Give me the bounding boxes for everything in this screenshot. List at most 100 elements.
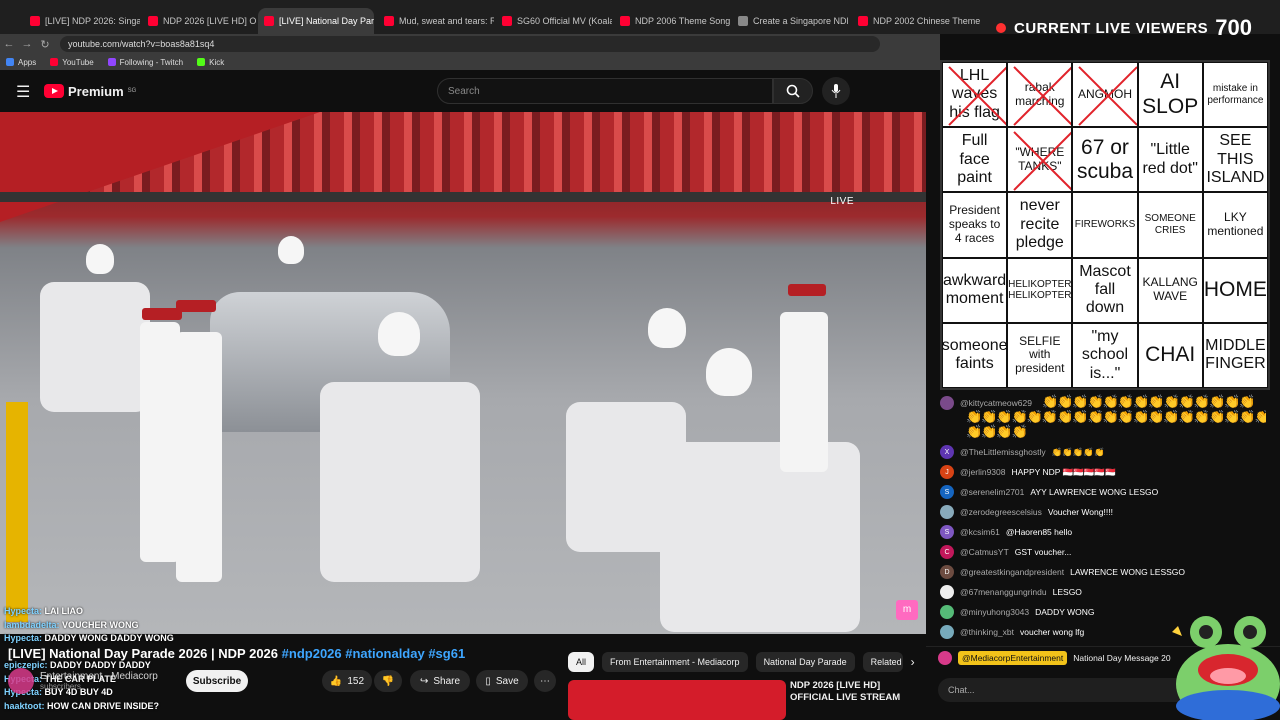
microphone-icon (831, 84, 841, 98)
chat-username[interactable]: @thinking_xbt (960, 627, 1014, 637)
like-button[interactable]: 👍 152 (322, 670, 372, 692)
search-button[interactable] (773, 78, 813, 104)
share-button[interactable]: ↪ Share (410, 670, 470, 692)
menu-icon[interactable]: ☰ (16, 82, 30, 102)
chat-username[interactable]: @serenelim2701 (960, 487, 1024, 497)
chip-all[interactable]: All (568, 652, 595, 672)
bookmark-youtube[interactable]: YouTube (50, 58, 94, 67)
chat-text: voucher wong lfg (1020, 627, 1085, 637)
user-avatar: C (940, 545, 954, 559)
bookmark-apps[interactable]: Apps (6, 58, 36, 67)
bingo-cell: CHAI (1137, 322, 1203, 388)
chat-username[interactable]: @greatestkingandpresident (960, 567, 1064, 577)
chat-text: @Haoren85 hello (1005, 527, 1073, 537)
chat-input[interactable]: Chat... (938, 678, 1188, 702)
bingo-cell: ANGMOH (1072, 62, 1138, 128)
save-button[interactable]: ▯ Save (476, 670, 528, 692)
bingo-cell: HELIKOPTER HELIKOPTER (1007, 257, 1073, 323)
reload-icon[interactable]: ↻ (36, 38, 54, 51)
chevron-right-icon[interactable]: › (911, 655, 915, 669)
browser-tab[interactable]: NDP 2026 [LIVE HD] OFFICIAL✕ (142, 8, 256, 34)
chat-username[interactable]: @CatmusYT (960, 547, 1009, 557)
bingo-cell: LKY mentioned (1202, 192, 1268, 258)
voice-search-button[interactable] (822, 77, 850, 105)
channel-name[interactable]: Entertainment - Mediacorp (40, 671, 158, 682)
video-player[interactable]: LIVE m (0, 112, 926, 634)
youtube-favicon-icon (264, 16, 274, 26)
subscribe-button[interactable]: Subscribe (186, 670, 248, 692)
channel-avatar[interactable] (8, 668, 34, 694)
more-icon: ⋯ (540, 675, 550, 687)
recommended-thumbnail[interactable] (568, 680, 786, 720)
browser-tab[interactable]: NDP 2002 Chinese Theme Son✕ (852, 8, 982, 34)
bingo-cell: someone faints (942, 322, 1008, 388)
channel-subscribers: subscribers (40, 682, 81, 691)
chat-username[interactable]: @TheLittlemissghostly (960, 447, 1046, 457)
browser-tab[interactable]: Mud, sweat and tears: Reality o✕ (378, 8, 494, 34)
chat-username[interactable]: @minyuhong3043 (960, 607, 1029, 617)
chat-text: 👏👏👏👏👏 (1051, 446, 1105, 457)
thumbs-up-icon: 👍 (329, 675, 343, 687)
chat-username[interactable]: @zerodegreescelsius (960, 507, 1042, 517)
youtube-premium-logo[interactable]: Premium SG (44, 84, 136, 99)
police-motorcycle (320, 382, 480, 582)
chat-username[interactable]: @kcsim61 (960, 527, 1000, 537)
red-stage-panel (0, 112, 320, 222)
chip-related[interactable]: Related (862, 652, 903, 672)
bingo-cell: AI SLOP (1137, 62, 1203, 128)
bingo-cell: FIREWORKS (1072, 192, 1138, 258)
chat-username[interactable]: @jerlin9308 (960, 467, 1006, 477)
share-icon: ↪ (419, 675, 429, 687)
bingo-cell: KALLANG WAVE (1137, 257, 1203, 323)
bookmarks-bar: Apps YouTube Following - Twitch Kick (0, 54, 940, 70)
video-hashtags[interactable]: #ndp2026 #nationalday #sg61 (282, 646, 466, 661)
user-avatar (940, 505, 954, 519)
dislike-button[interactable]: 👎 (374, 670, 402, 692)
chat-message: @thinking_xbt voucher wong lfg (940, 625, 1084, 639)
chip-national-day-parade[interactable]: National Day Parade (755, 652, 855, 672)
chat-text: AYY LAWRENCE WONG LESGO (1030, 487, 1159, 497)
user-avatar: X (940, 445, 954, 459)
search-input[interactable]: Search (437, 78, 773, 104)
chat-username[interactable]: @67menanggungrindu (960, 587, 1047, 597)
user-avatar: S (940, 525, 954, 539)
live-indicator: LIVE (830, 196, 854, 207)
chat-message: C @CatmusYT GST voucher... (940, 545, 1071, 559)
bookmark-kick[interactable]: Kick (197, 58, 224, 67)
chat-text: LESGO (1052, 587, 1082, 597)
forward-icon[interactable]: → (18, 38, 36, 50)
browser-tab[interactable]: SG60 Official MV (Koala Keys) -✕ (496, 8, 612, 34)
bingo-cell: awkward moment (942, 257, 1008, 323)
chat-message: X @TheLittlemissghostly 👏👏👏👏👏 (940, 445, 1105, 459)
bingo-cell: SEE THIS ISLAND (1202, 127, 1268, 193)
back-icon[interactable]: ← (0, 38, 18, 50)
chat-text: GST voucher... (1014, 547, 1072, 557)
address-bar-row: ← → ↻ youtube.com/watch?v=boas8a81sq4 (0, 34, 940, 54)
overlay-chat-line: Hypecta: LAI LIAO (4, 606, 84, 616)
browser-tab-active[interactable]: [LIVE] National Day Parade✕ (258, 8, 374, 34)
pinned-user-badge[interactable]: @MediacorpEntertainment (958, 650, 1068, 665)
bookmark-twitch[interactable]: Following - Twitch (107, 58, 183, 67)
user-avatar (940, 605, 954, 619)
chat-text: HAPPY NDP 🇸🇬🇸🇬🇸🇬🇸🇬🇸🇬 (1011, 466, 1116, 477)
browser-tab[interactable]: [LIVE] NDP 2026: Singapore ce✕ (24, 8, 140, 34)
officer-cap (788, 284, 826, 296)
browser-tab[interactable]: NDP 2006 Theme Song - My Is✕ (614, 8, 730, 34)
bingo-cell: SELFIE with president (1007, 322, 1073, 388)
bingo-cell: LHL waves his flag (942, 62, 1008, 128)
browser-tab[interactable]: Create a Singapore NDP Song✕ (732, 8, 848, 34)
recommended-title[interactable]: NDP 2026 [LIVE HD] OFFICIAL LIVE STREAM (790, 680, 920, 704)
chat-message: D @greatestkingandpresident LAWRENCE WONG … (940, 565, 1185, 579)
bingo-cell: "Little red dot" (1137, 127, 1203, 193)
thumbs-down-icon: 👎 (381, 675, 395, 687)
more-actions-button[interactable]: ⋯ (534, 670, 556, 692)
url-field[interactable]: youtube.com/watch?v=boas8a81sq4 (60, 36, 880, 52)
bingo-cell: 67 or scuba (1072, 127, 1138, 193)
youtube-play-icon (44, 84, 64, 98)
police-helmet (378, 312, 420, 356)
chip-from-channel[interactable]: From Entertainment - Mediacorp (602, 652, 748, 672)
bingo-cell: President speaks to 4 races (942, 192, 1008, 258)
bingo-cell: "my school is..." (1072, 322, 1138, 388)
bingo-cell: mistake in performance (1202, 62, 1268, 128)
live-viewer-counter: CURRENT LIVE VIEWERS 700 (996, 12, 1266, 44)
